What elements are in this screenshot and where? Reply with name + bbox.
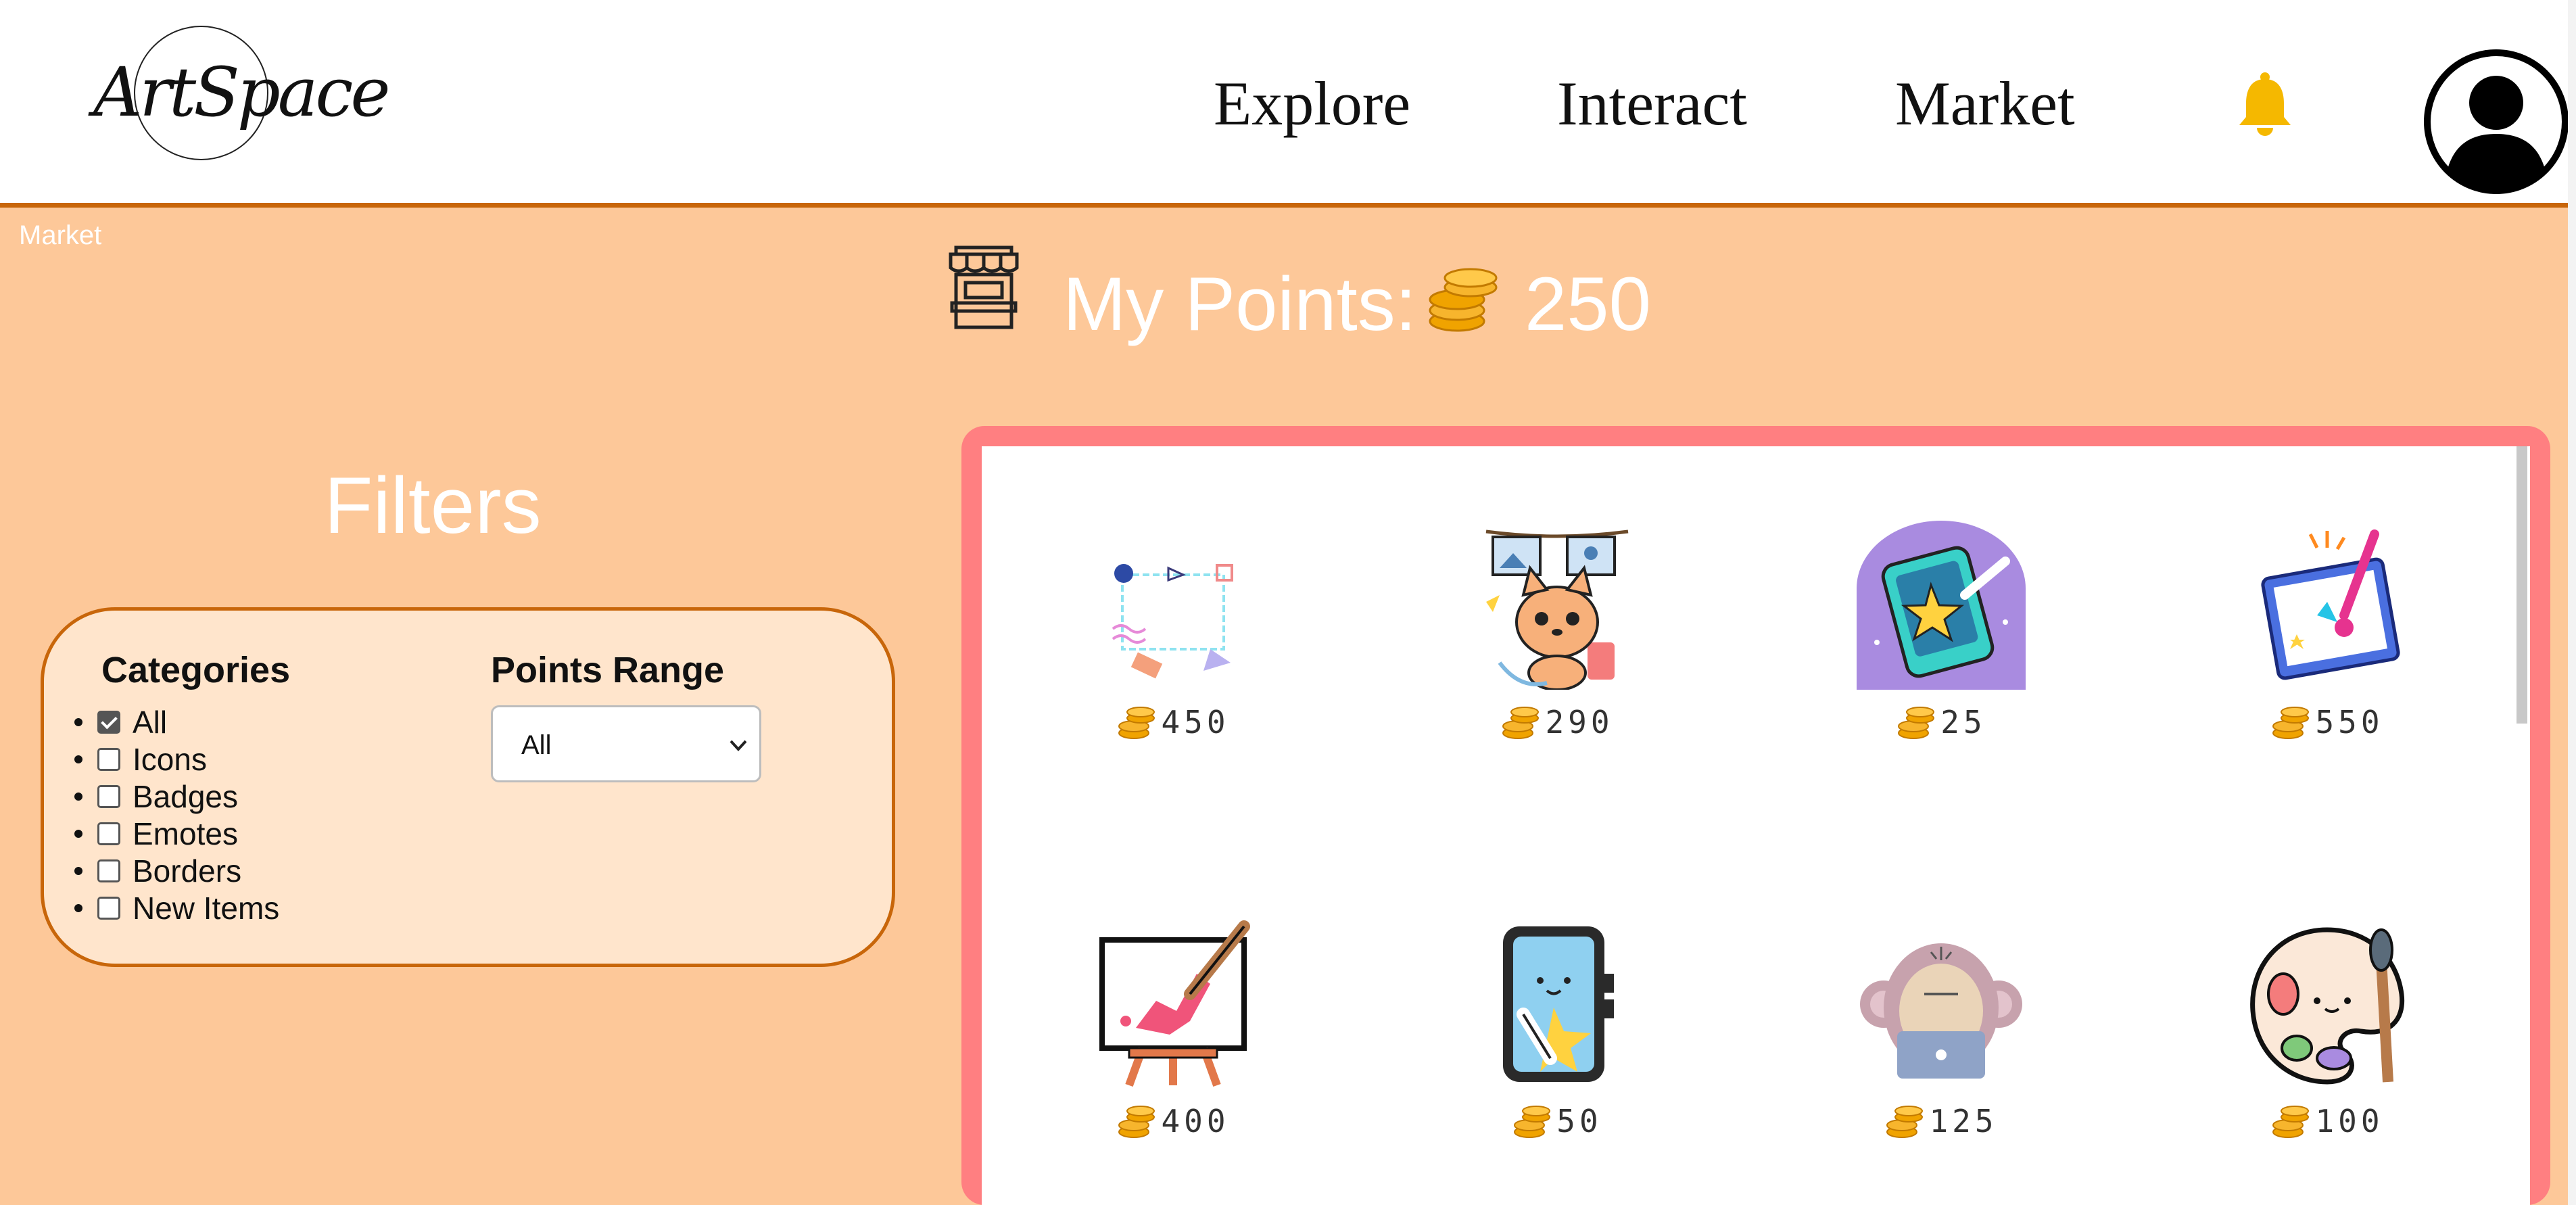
bullet <box>74 829 82 838</box>
item-price-value: 550 <box>2315 704 2384 740</box>
logo-text: ArtSpace <box>93 53 391 132</box>
bullet <box>74 755 82 763</box>
checkbox-all[interactable] <box>97 710 120 734</box>
market-item[interactable]: 100 <box>2226 920 2429 1143</box>
artspace-logo[interactable]: ArtSpace <box>93 26 391 161</box>
shop-icon <box>949 245 1019 329</box>
bullet <box>74 717 82 726</box>
market-item[interactable]: 125 <box>1840 920 2043 1143</box>
category-item-badges[interactable]: Badges <box>74 778 279 815</box>
category-item-borders[interactable]: Borders <box>74 852 279 889</box>
checkbox-emotes[interactable] <box>97 822 120 845</box>
item-price-value: 25 <box>1940 704 1986 740</box>
categories-title: Categories <box>101 650 291 690</box>
nav-explore[interactable]: Explore <box>1214 68 1410 139</box>
market-item[interactable]: 25 <box>1840 521 2043 744</box>
site-header: ArtSpace Explore Interact Market <box>0 0 2571 208</box>
item-price-value: 400 <box>1161 1103 1230 1139</box>
category-item-new-items[interactable]: New Items <box>74 889 279 926</box>
coin-stack-icon <box>1429 268 1498 332</box>
fox-artist-icon <box>1485 529 1629 690</box>
nav-market[interactable]: Market <box>1895 68 2075 139</box>
item-price-value: 450 <box>1161 704 1230 740</box>
category-item-emotes[interactable]: Emotes <box>74 815 279 852</box>
user-avatar-icon[interactable] <box>2422 47 2571 196</box>
market-item[interactable]: 290 <box>1456 521 1659 744</box>
nav-interact[interactable]: Interact <box>1557 68 1747 139</box>
category-label: New Items <box>133 890 280 926</box>
monkey-laptop-icon <box>1860 943 2022 1079</box>
points-range-title: Points Range <box>491 650 725 690</box>
market-scrollbar[interactable] <box>2517 446 2527 724</box>
item-price-value: 290 <box>1545 704 1614 740</box>
item-price-value: 50 <box>1556 1103 1602 1139</box>
points-range-select[interactable]: All <box>491 705 761 782</box>
item-price: 25 <box>1840 702 2043 742</box>
category-label: Badges <box>133 778 239 814</box>
coin-stack-icon <box>2272 707 2310 739</box>
bullet <box>74 866 82 875</box>
paint-palette-icon <box>2250 927 2405 1085</box>
easel-painting-icon <box>1099 920 1250 1087</box>
category-label: Icons <box>133 741 207 777</box>
item-price: 450 <box>1072 702 1274 742</box>
market-item[interactable]: 50 <box>1456 920 1659 1143</box>
checkbox-borders[interactable] <box>97 859 120 882</box>
filters-title: Filters <box>324 461 542 550</box>
bullet <box>74 903 82 912</box>
category-item-all[interactable]: All <box>74 703 279 740</box>
category-list: All Icons Badges Emotes Borders New Item… <box>74 703 279 926</box>
breadcrumb[interactable]: Market <box>19 220 101 251</box>
points-label: My Points: <box>1063 262 1416 346</box>
tablet-star-badge-icon <box>1857 521 2026 690</box>
bell-icon[interactable] <box>2233 71 2297 139</box>
category-item-icons[interactable]: Icons <box>74 740 279 778</box>
points-range-value: All <box>521 730 552 760</box>
coin-stack-icon <box>1514 1106 1551 1138</box>
item-price: 290 <box>1456 702 1659 742</box>
item-price: 400 <box>1072 1101 1274 1141</box>
checkbox-new-items[interactable] <box>97 896 120 920</box>
coin-stack-icon <box>1502 707 1540 739</box>
category-label: Emotes <box>133 816 238 851</box>
category-label: All <box>133 704 168 740</box>
item-price: 550 <box>2226 702 2429 742</box>
coin-stack-icon <box>2272 1106 2310 1138</box>
drawing-tablet-icon <box>1503 926 1614 1082</box>
page-scrollbar[interactable] <box>2568 0 2576 1205</box>
item-price: 100 <box>2226 1101 2429 1141</box>
time-to-create-icon <box>2261 529 2400 680</box>
bullet <box>74 792 82 801</box>
coin-stack-icon <box>1118 1106 1155 1138</box>
decorative-border-icon <box>1112 564 1233 679</box>
market-item[interactable]: 450 <box>1072 521 1274 744</box>
coin-stack-icon <box>1898 707 1935 739</box>
item-price-value: 125 <box>1929 1103 1998 1139</box>
chevron-down-icon <box>730 740 747 751</box>
market-item[interactable]: 400 <box>1072 920 1274 1143</box>
points-value: 250 <box>1525 262 1651 346</box>
checkbox-badges[interactable] <box>97 784 120 808</box>
checkbox-icons[interactable] <box>97 747 120 771</box>
coin-stack-icon <box>1118 707 1155 739</box>
coin-stack-icon <box>1886 1106 1924 1138</box>
item-price: 125 <box>1840 1101 2043 1141</box>
category-label: Borders <box>133 853 242 889</box>
item-price: 50 <box>1456 1101 1659 1141</box>
market-item[interactable]: 550 <box>2226 521 2429 744</box>
item-price-value: 100 <box>2315 1103 2384 1139</box>
